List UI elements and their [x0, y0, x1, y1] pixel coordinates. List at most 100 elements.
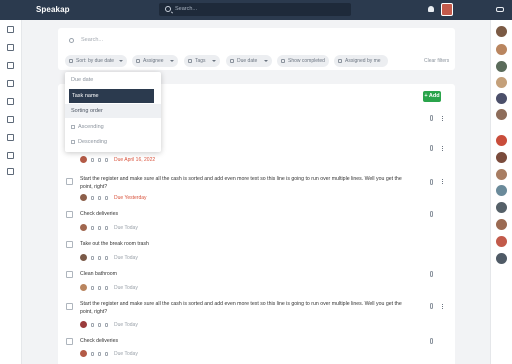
- calendar-icon: [105, 196, 108, 200]
- task-search-input[interactable]: Search...: [81, 37, 103, 43]
- megaphone-icon[interactable]: [7, 62, 14, 69]
- chat-icon[interactable]: [496, 7, 504, 12]
- paperclip-icon: [430, 211, 433, 217]
- filter-panel: Search... Sort: by due date Assignee Tag…: [58, 28, 455, 70]
- check-icon[interactable]: [7, 80, 14, 87]
- due-date: Due Yesterday: [114, 195, 147, 201]
- task-title: Check deliveries: [80, 338, 119, 344]
- avatar[interactable]: [496, 44, 507, 55]
- task-checkbox[interactable]: [66, 338, 73, 345]
- more-options-icon[interactable]: [442, 116, 443, 121]
- tags-filter-chip[interactable]: Tags: [184, 55, 220, 67]
- calendar-icon: [230, 59, 234, 63]
- top-bar: Speakap Search...: [0, 0, 512, 20]
- more-options-icon[interactable]: [442, 179, 443, 184]
- task-title: Check deliveries: [80, 211, 119, 217]
- calendar-icon: [105, 286, 108, 290]
- more-options-icon[interactable]: [442, 304, 443, 309]
- flag-icon: [91, 323, 94, 327]
- avatar[interactable]: [496, 202, 507, 213]
- calendar-icon: [105, 323, 108, 327]
- due-date: Due Today: [114, 285, 138, 291]
- chip-label: Show completed: [288, 58, 325, 64]
- sort-filter-chip[interactable]: Sort: by due date: [65, 55, 127, 67]
- sort-option-due-date[interactable]: Due date: [65, 77, 161, 83]
- avatar[interactable]: [496, 152, 507, 163]
- avatar[interactable]: [496, 185, 507, 196]
- avatar[interactable]: [496, 169, 507, 180]
- sort-order-label: Ascending: [78, 124, 104, 130]
- avatar[interactable]: [496, 109, 507, 120]
- home-icon[interactable]: [7, 26, 14, 33]
- paperclip-icon: [430, 303, 433, 309]
- chip-label: Assigned by me: [345, 58, 381, 64]
- document-icon[interactable]: [7, 98, 14, 105]
- due-date: Due Today: [114, 225, 138, 231]
- clear-filters-link[interactable]: Clear filters: [424, 58, 449, 64]
- flag-icon: [91, 158, 94, 162]
- search-icon: [165, 6, 171, 12]
- sort-option-task-name[interactable]: Task name: [69, 89, 154, 103]
- avatar[interactable]: [496, 77, 507, 88]
- due-date: Due Today: [114, 351, 138, 357]
- flag-icon: [91, 286, 94, 290]
- sort-order-descending[interactable]: Descending: [65, 139, 161, 145]
- avatar[interactable]: [496, 135, 507, 146]
- task-checkbox[interactable]: [66, 271, 73, 278]
- avatar[interactable]: [496, 219, 507, 230]
- assigned-by-me-toggle[interactable]: Assigned by me: [334, 55, 388, 67]
- task-checkbox[interactable]: [66, 303, 73, 310]
- global-search[interactable]: Search...: [159, 3, 351, 16]
- flag-icon: [91, 352, 94, 356]
- calendar-icon: [105, 352, 108, 356]
- checkbox-icon: [281, 59, 285, 63]
- task-checkbox[interactable]: [66, 241, 73, 248]
- sort-dropdown-menu: Due date Task name Sorting order Ascendi…: [65, 72, 161, 152]
- bell-icon[interactable]: [428, 6, 434, 12]
- calendar-icon: [105, 256, 108, 260]
- avatar[interactable]: [496, 26, 507, 37]
- chat-bubble-icon[interactable]: [7, 44, 14, 51]
- due-date-filter-chip[interactable]: Due date: [226, 55, 272, 67]
- app-logo[interactable]: Speakap: [36, 5, 70, 14]
- flag-icon: [91, 226, 94, 230]
- assignee-filter-chip[interactable]: Assignee: [132, 55, 178, 67]
- add-task-button[interactable]: + Add: [423, 91, 441, 102]
- task-checkbox[interactable]: [66, 211, 73, 218]
- avatar: [80, 350, 87, 357]
- avatar: [80, 321, 87, 328]
- avatar: [80, 284, 87, 291]
- calendar-icon: [105, 158, 108, 162]
- tag-icon: [188, 59, 192, 63]
- chevron-down-icon: [119, 60, 123, 62]
- chip-label: Sort: by due date: [76, 58, 115, 64]
- paperclip-icon: [430, 338, 433, 344]
- task-title: Take out the break room trash: [80, 241, 149, 247]
- sort-icon: [69, 59, 73, 63]
- task-title: Clean bathroom: [80, 271, 117, 277]
- right-contacts-sidebar: [490, 20, 512, 364]
- paperclip-icon: [430, 145, 433, 151]
- chevron-down-icon: [264, 60, 268, 62]
- avatar: [80, 194, 87, 201]
- chevron-down-icon: [212, 60, 216, 62]
- clipboard-icon[interactable]: [7, 116, 14, 123]
- people-icon[interactable]: [7, 152, 14, 159]
- comment-icon: [98, 158, 101, 162]
- avatar[interactable]: [441, 3, 453, 16]
- show-completed-toggle[interactable]: Show completed: [277, 55, 329, 67]
- more-options-icon[interactable]: [442, 146, 443, 151]
- calendar-icon[interactable]: [7, 134, 14, 141]
- due-date: Due Today: [114, 255, 138, 261]
- avatar[interactable]: [496, 61, 507, 72]
- comment-icon: [98, 352, 101, 356]
- avatar[interactable]: [496, 236, 507, 247]
- paperclip-icon: [430, 179, 433, 185]
- avatar[interactable]: [496, 93, 507, 104]
- inbox-icon[interactable]: [7, 168, 14, 175]
- task-checkbox[interactable]: [66, 178, 73, 185]
- sort-order-ascending[interactable]: Ascending: [65, 124, 161, 130]
- avatar[interactable]: [496, 253, 507, 264]
- flag-icon: [91, 196, 94, 200]
- comment-icon: [98, 196, 101, 200]
